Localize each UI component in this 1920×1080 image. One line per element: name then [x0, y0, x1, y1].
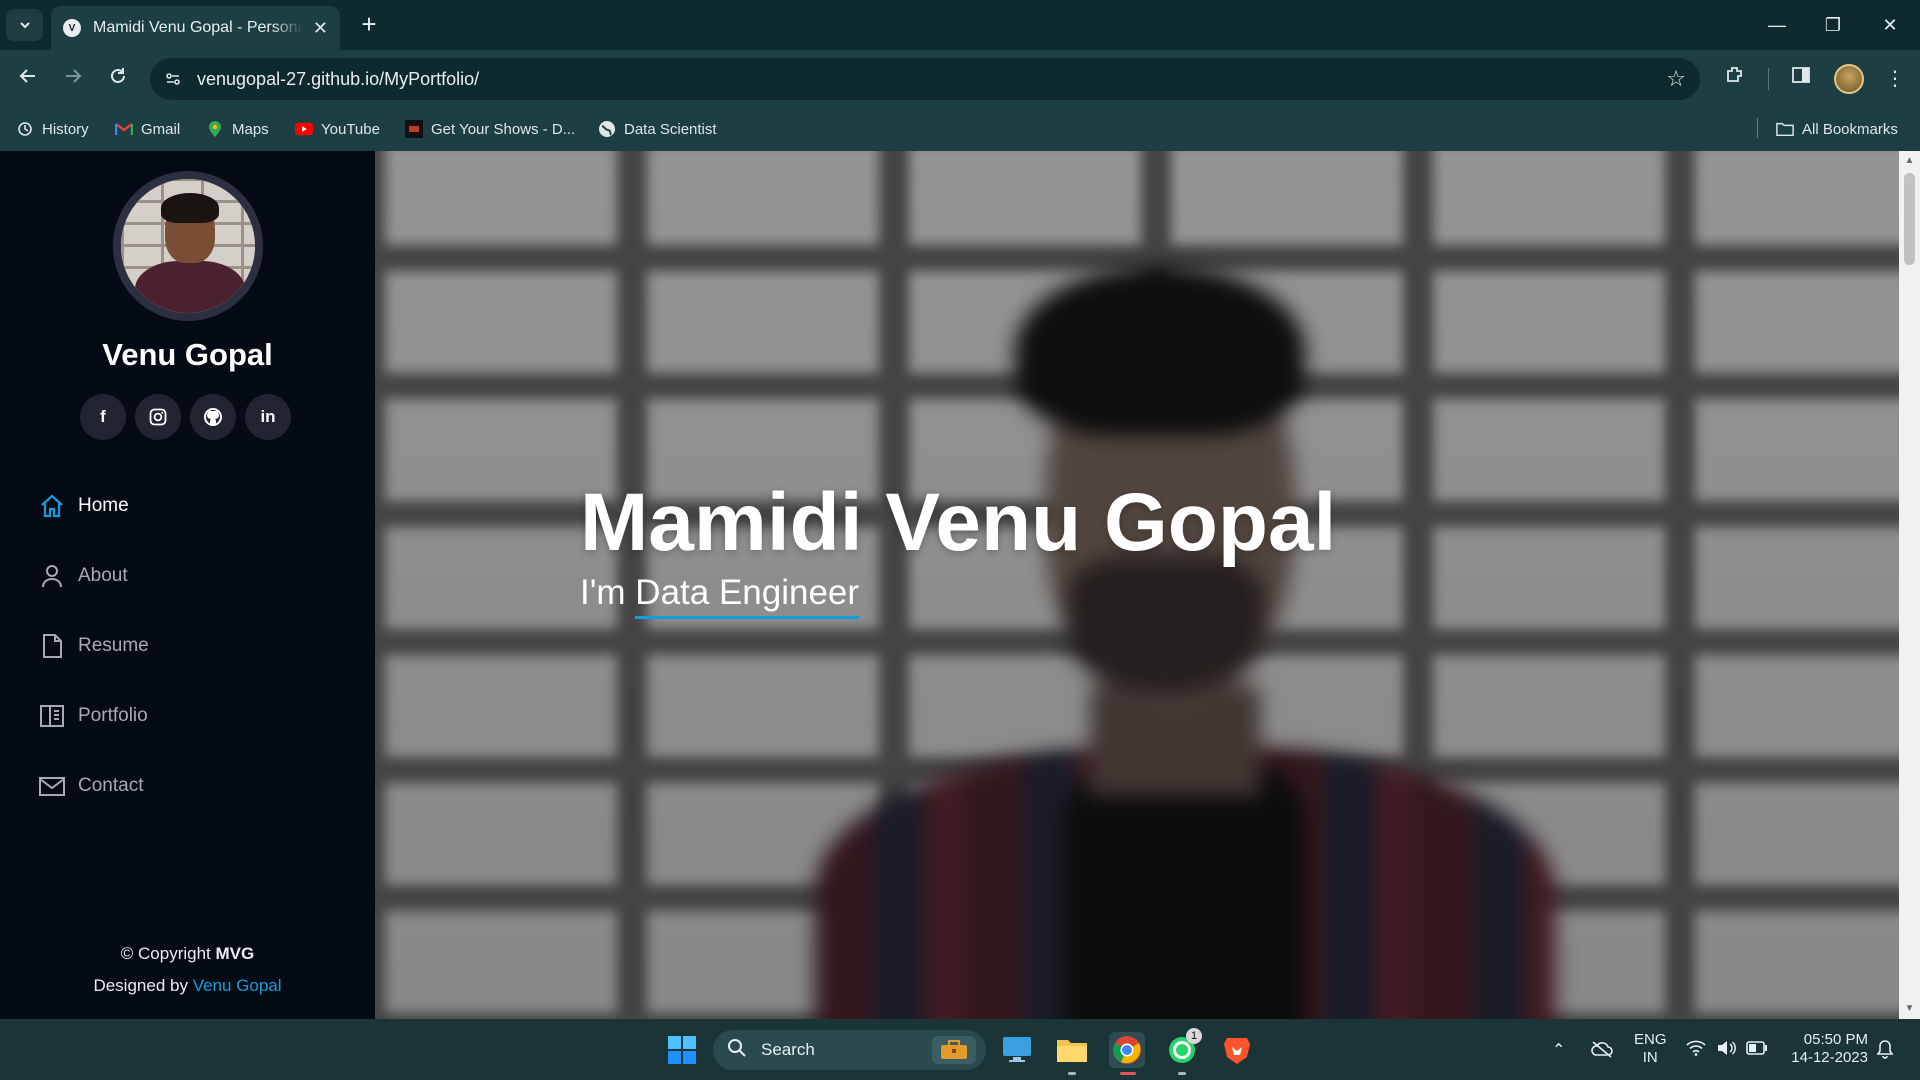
bookmarks-bar	[0, 108, 1920, 151]
taskbar-file-explorer[interactable]	[1054, 1032, 1090, 1068]
facebook-link[interactable]: f	[80, 394, 126, 440]
close-window-button[interactable]: ✕	[1870, 10, 1910, 40]
designed-by-text: Designed by Venu Gopal	[93, 976, 282, 995]
toolbar-divider	[1768, 68, 1769, 90]
taskbar-chrome[interactable]	[1109, 1032, 1145, 1068]
scroll-up-arrow-icon[interactable]: ▲	[1904, 155, 1915, 166]
envelope-icon	[38, 772, 66, 800]
language-indicator[interactable]: ENG IN	[1634, 1031, 1667, 1067]
bookmarks-divider	[1757, 118, 1758, 138]
taskbar-search[interactable]: Search	[713, 1030, 986, 1070]
arrow-left-icon	[19, 69, 35, 83]
instagram-icon	[149, 408, 167, 426]
folder-icon	[1776, 120, 1794, 138]
folder-icon	[1057, 1040, 1087, 1062]
url-text[interactable]: venugopal-27.github.io/MyPortfolio/	[197, 69, 479, 90]
scrollbar-thumb[interactable]	[1904, 173, 1915, 265]
volume-icon[interactable]	[1716, 1040, 1736, 1061]
bookmark-youtube[interactable]: YouTube	[295, 114, 380, 144]
page-scrollbar[interactable]: ▲ ▼	[1899, 151, 1920, 1019]
taskbar-brave[interactable]	[1219, 1032, 1255, 1068]
site-info-icon[interactable]	[158, 64, 188, 94]
linkedin-icon: in	[260, 407, 276, 426]
menu-kebab-icon[interactable]: ⋮	[1880, 64, 1910, 94]
github-link[interactable]	[190, 394, 236, 440]
back-button[interactable]	[12, 63, 44, 95]
restore-button[interactable]: ❐	[1813, 10, 1853, 40]
forward-button[interactable]	[57, 63, 89, 95]
monitor-icon	[1003, 1037, 1031, 1062]
side-panel-icon[interactable]	[1786, 64, 1816, 94]
reload-icon	[111, 68, 125, 83]
profile-name: Venu Gopal	[102, 337, 273, 372]
extensions-icon[interactable]	[1720, 64, 1750, 94]
bookmark-star-icon[interactable]: ☆	[1666, 66, 1686, 92]
typed-role: Data Engineer	[635, 573, 860, 619]
battery-icon[interactable]	[1746, 1041, 1768, 1060]
copyright-text: © Copyright MVG	[120, 944, 255, 963]
notification-badge: 1	[1186, 1028, 1202, 1044]
person-icon	[38, 562, 66, 590]
book-icon	[38, 702, 66, 730]
profile-photo	[113, 171, 263, 321]
browser-tab[interactable]: V Mamidi Venu Gopal - Personal ✕	[51, 6, 340, 50]
bookmark-gmail[interactable]: Gmail	[115, 114, 180, 144]
globe-icon	[598, 120, 616, 138]
hero-subtitle: I'm Data Engineer	[580, 573, 860, 619]
arrow-right-icon	[66, 69, 82, 83]
site-favicon-icon: V	[63, 19, 81, 37]
new-tab-button[interactable]: +	[353, 10, 385, 40]
reload-button[interactable]	[102, 63, 134, 95]
instagram-link[interactable]	[135, 394, 181, 440]
facebook-icon: f	[100, 407, 106, 426]
hero-section: Mamidi Venu Gopal I'm Data Engineer	[375, 151, 1899, 1019]
history-icon	[16, 120, 34, 138]
show-hidden-icons-chevron-icon[interactable]: ⌃	[1552, 1040, 1565, 1060]
nav-about[interactable]: About	[38, 556, 128, 596]
clock[interactable]: 05:50 PM 14-12-2023	[1786, 1031, 1868, 1067]
notifications-bell-icon[interactable]	[1876, 1039, 1894, 1064]
youtube-icon	[295, 120, 313, 138]
hero-title: Mamidi Venu Gopal	[580, 477, 1337, 568]
scroll-down-arrow-icon[interactable]: ▼	[1904, 1003, 1915, 1014]
gmail-icon	[115, 120, 133, 138]
bookmark-history[interactable]: History	[16, 114, 89, 144]
designer-link[interactable]: Venu Gopal	[193, 976, 282, 995]
taskbar-whatsapp[interactable]: 1	[1164, 1028, 1202, 1068]
brave-lion-icon	[1224, 1038, 1250, 1064]
web-page: Venu Gopal f in Home About Resume Portfo…	[0, 151, 1920, 1019]
chevron-down-icon	[19, 22, 30, 29]
bookmark-maps[interactable]: Maps	[206, 114, 269, 144]
linkedin-link[interactable]: in	[245, 394, 291, 440]
tab-title: Mamidi Venu Gopal - Personal	[93, 19, 303, 36]
wifi-icon[interactable]	[1686, 1040, 1706, 1061]
all-bookmarks-button[interactable]: All Bookmarks	[1776, 114, 1898, 144]
bookmark-data-scientist[interactable]: Data Scientist	[598, 114, 717, 144]
nav-resume[interactable]: Resume	[38, 626, 149, 666]
profile-avatar[interactable]	[1834, 64, 1864, 94]
home-icon	[38, 492, 66, 520]
github-icon	[204, 408, 222, 426]
chrome-icon	[1113, 1036, 1141, 1064]
bookmark-shows[interactable]: Get Your Shows - D...	[405, 114, 575, 144]
windows-icon	[668, 1036, 696, 1064]
sidebar: Venu Gopal f in Home About Resume Portfo…	[0, 151, 375, 1019]
start-button[interactable]	[664, 1032, 700, 1068]
briefcase-icon	[932, 1036, 976, 1064]
address-bar[interactable]: venugopal-27.github.io/MyPortfolio/ ☆	[150, 58, 1700, 100]
nav-contact[interactable]: Contact	[38, 766, 143, 806]
nav-home[interactable]: Home	[38, 486, 129, 526]
tab-close-icon[interactable]: ✕	[313, 18, 328, 39]
taskbar-desktop-app[interactable]	[999, 1032, 1035, 1068]
tab-search-button[interactable]	[6, 9, 43, 41]
file-icon	[38, 632, 66, 660]
maps-icon	[206, 120, 224, 138]
search-icon	[727, 1038, 749, 1063]
minimize-button[interactable]: —	[1757, 10, 1797, 40]
cloud-offline-icon[interactable]	[1590, 1040, 1614, 1063]
shows-icon	[405, 120, 423, 138]
nav-portfolio[interactable]: Portfolio	[38, 696, 148, 736]
